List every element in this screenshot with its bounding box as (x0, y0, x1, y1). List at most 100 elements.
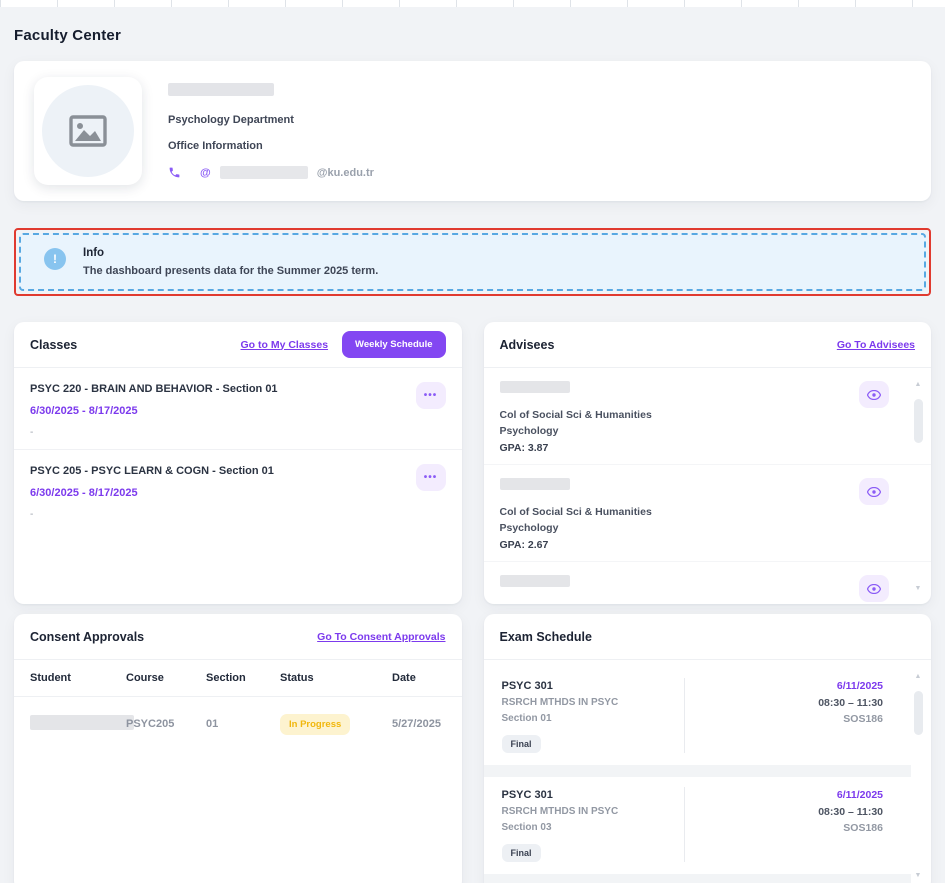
status-badge: In Progress (280, 714, 350, 735)
profile-info: Psychology Department Office Information… (168, 83, 374, 179)
advisee-program: Psychology (500, 520, 916, 536)
exam-schedule-header: Exam Schedule (484, 614, 932, 660)
exam-info: PSYC 301 RSRCH MTHDS IN PSYC Section 01 … (502, 678, 685, 753)
eye-icon (867, 487, 881, 497)
scroll-down-icon[interactable]: ▼ (915, 871, 922, 881)
advisees-scrollbar: ▲ ▼ (912, 380, 924, 594)
exam-list-separator (484, 765, 912, 777)
consent-table-row: PSYC205 01 In Progress 5/27/2025 (14, 697, 462, 751)
more-options-button[interactable]: ••• (416, 382, 446, 409)
column-header-course: Course (126, 672, 206, 684)
info-banner-text: Info The dashboard presents data for the… (83, 245, 378, 277)
class-item: PSYC 220 - BRAIN AND BEHAVIOR - Section … (14, 368, 462, 449)
column-header-section: Section (206, 672, 280, 684)
exam-list: PSYC 301 RSRCH MTHDS IN PSYC Section 01 … (484, 660, 932, 883)
advisee-college: Col of Social Sci & Humanities (500, 407, 916, 423)
info-banner-annotation: ! Info The dashboard presents data for t… (14, 228, 931, 296)
exam-datetime: 6/11/2025 08:30 – 11:30 SOS186 (684, 678, 899, 753)
exam-type-badge: Final (502, 844, 541, 862)
scroll-up-icon[interactable]: ▲ (915, 380, 922, 390)
consent-approvals-card: Consent Approvals Go To Consent Approval… (14, 614, 462, 883)
exam-scrollbar: ▲ ▼ (912, 672, 924, 881)
more-options-button[interactable]: ••• (416, 464, 446, 491)
class-dates: 6/30/2025 - 8/17/2025 (30, 487, 446, 499)
class-extra: - (30, 509, 446, 520)
class-item: PSYC 205 - PSYC LEARN & COGN - Section 0… (14, 449, 462, 530)
advisees-title: Advisees (500, 338, 555, 352)
advisee-college: Col of Social Sci & Humanities (500, 504, 916, 520)
consent-approvals-header: Consent Approvals Go To Consent Approval… (14, 614, 462, 660)
faculty-center-page: Faculty Center Psychology Department Off… (0, 7, 945, 883)
exam-course: PSYC 301 (502, 787, 685, 804)
info-banner-message: The dashboard presents data for the Summ… (83, 265, 378, 277)
eye-icon (867, 390, 881, 400)
weekly-schedule-button[interactable]: Weekly Schedule (342, 331, 445, 358)
advisee-gpa: GPA: 3.87 (500, 442, 916, 454)
phone-icon (168, 166, 181, 179)
consent-section: 01 (206, 718, 280, 730)
view-advisee-button[interactable] (859, 478, 889, 505)
profile-office-label: Office Information (168, 140, 374, 152)
email-user-redacted (220, 166, 308, 179)
exam-schedule-title: Exam Schedule (500, 630, 592, 644)
avatar (34, 77, 142, 185)
profile-name-redacted (168, 83, 274, 96)
scroll-up-icon[interactable]: ▲ (915, 672, 922, 682)
profile-department: Psychology Department (168, 114, 374, 126)
exam-item: PSYC 301 RSRCH MTHDS IN PSYC Section 01 … (484, 668, 900, 765)
exam-name: RSRCH MTHDS IN PSYC (502, 804, 685, 820)
advisee-name-redacted (500, 478, 570, 490)
more-options-icon: ••• (424, 390, 438, 401)
info-banner: ! Info The dashboard presents data for t… (19, 233, 926, 291)
classes-actions: Go to My Classes Weekly Schedule (241, 331, 446, 358)
exam-room: SOS186 (697, 711, 883, 727)
consent-course: PSYC205 (126, 718, 206, 730)
classes-title: Classes (30, 338, 77, 352)
advisees-card: Advisees Go To Advisees Col of Social Sc… (484, 322, 932, 604)
exam-date: 6/11/2025 (697, 678, 883, 695)
exam-time: 08:30 – 11:30 (697, 804, 883, 820)
classes-card: Classes Go to My Classes Weekly Schedule… (14, 322, 462, 604)
go-to-my-classes-link[interactable]: Go to My Classes (241, 339, 329, 351)
consent-date: 5/27/2025 (392, 718, 446, 730)
exam-time: 08:30 – 11:30 (697, 695, 883, 711)
view-advisee-button[interactable] (859, 381, 889, 408)
advisee-item: Col of Social Sci & Humanities Psycholog… (484, 464, 932, 561)
at-icon: @ (200, 167, 211, 179)
exam-name: RSRCH MTHDS IN PSYC (502, 695, 685, 711)
exam-course: PSYC 301 (502, 678, 685, 695)
view-advisee-button[interactable] (859, 575, 889, 602)
top-strip (0, 0, 945, 7)
exam-datetime: 6/11/2025 08:30 – 11:30 SOS186 (684, 787, 899, 862)
go-to-consent-approvals-link[interactable]: Go To Consent Approvals (317, 631, 445, 643)
go-to-advisees-link[interactable]: Go To Advisees (837, 339, 915, 351)
class-dates: 6/30/2025 - 8/17/2025 (30, 405, 446, 417)
page-title: Faculty Center (14, 27, 931, 44)
consent-table-header: Student Course Section Status Date (14, 660, 462, 697)
column-header-student: Student (30, 672, 126, 684)
exam-item: PSYC 301 RSRCH MTHDS IN PSYC Section 03 … (484, 777, 900, 874)
class-title: PSYC 220 - BRAIN AND BEHAVIOR - Section … (30, 383, 446, 395)
exam-schedule-card: Exam Schedule PSYC 301 RSRCH MTHDS IN PS… (484, 614, 932, 883)
avatar-circle (42, 85, 134, 177)
class-extra: - (30, 427, 446, 438)
profile-contact-row: @ @ku.edu.tr (168, 166, 374, 179)
class-title: PSYC 205 - PSYC LEARN & COGN - Section 0… (30, 465, 446, 477)
exam-info: PSYC 301 RSRCH MTHDS IN PSYC Section 03 … (502, 787, 685, 862)
scroll-down-icon[interactable]: ▼ (915, 584, 922, 594)
exam-type-badge: Final (502, 735, 541, 753)
student-name-redacted (30, 715, 134, 730)
scrollbar-thumb[interactable] (914, 691, 923, 735)
advisee-program: Psychology (500, 423, 916, 439)
scrollbar-thumb[interactable] (914, 399, 923, 443)
email-domain: @ku.edu.tr (317, 167, 374, 179)
advisee-gpa: GPA: 2.67 (500, 539, 916, 551)
profile-card: Psychology Department Office Information… (14, 61, 931, 201)
info-banner-title: Info (83, 247, 378, 259)
advisee-item: Col of Social Sci & Humanities DM Psycho… (484, 561, 932, 604)
advisee-college: Col of Social Sci & Humanities (500, 601, 916, 604)
classes-header: Classes Go to My Classes Weekly Schedule (14, 322, 462, 368)
exam-section: Section 01 (502, 711, 685, 727)
exam-list-separator (484, 874, 912, 883)
exam-date: 6/11/2025 (697, 787, 883, 804)
